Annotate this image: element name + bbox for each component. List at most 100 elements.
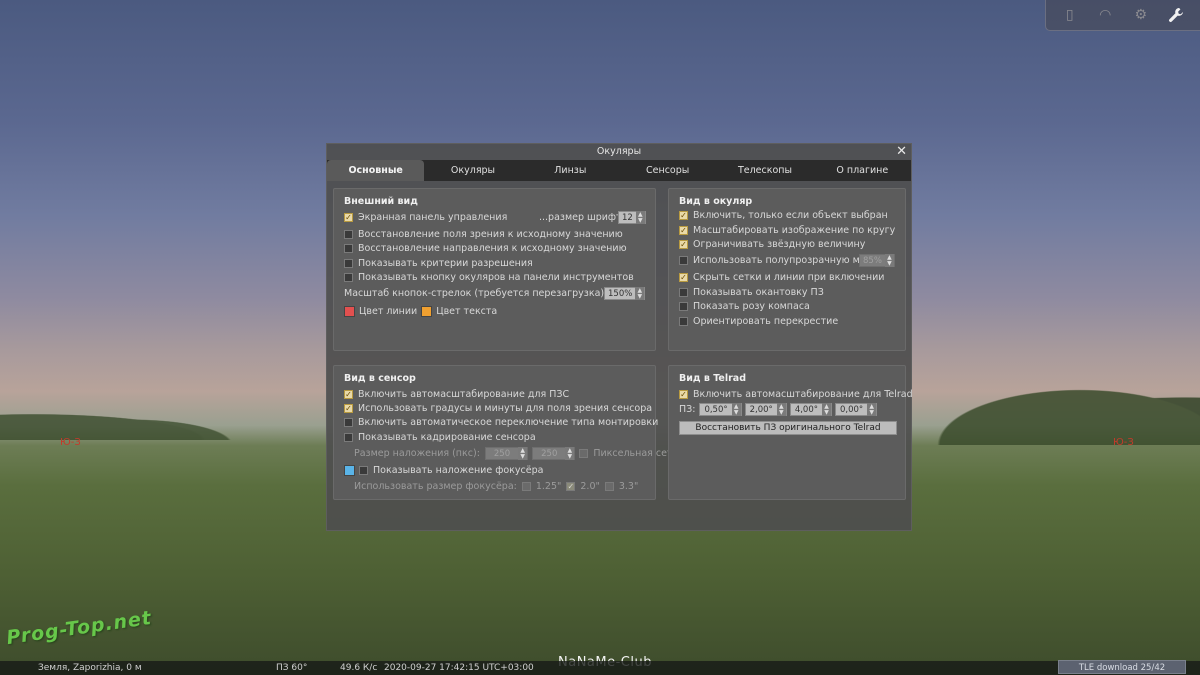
- focuser-color-swatch[interactable]: [344, 465, 355, 476]
- spinner-arrows-icon[interactable]: ▲ ▼: [565, 447, 575, 460]
- horizon-trees-right: [900, 375, 1200, 445]
- cardinal-label-right: Ю-З: [1113, 437, 1134, 448]
- text-color-swatch[interactable]: [421, 306, 433, 317]
- checkbox[interactable]: [679, 317, 688, 326]
- option-row[interactable]: ✓ Масштабировать изображение по кругу: [679, 224, 895, 237]
- option-row[interactable]: Показать розу компаса: [679, 300, 810, 313]
- tab-general[interactable]: Основные: [327, 160, 425, 181]
- color-row: Цвет линии Цвет текста: [344, 305, 497, 318]
- checkbox[interactable]: [679, 288, 688, 297]
- option-label: Включить, только если объект выбран: [693, 210, 888, 221]
- panel-heading: Вид в окуляр: [679, 196, 753, 207]
- option-label: Масштабировать изображение по кругу: [693, 225, 896, 236]
- checkbox[interactable]: [521, 482, 531, 491]
- tab-eyepieces[interactable]: Окуляры: [424, 160, 521, 181]
- arrow-scale-spinner[interactable]: 150% ▲ ▼: [604, 287, 646, 300]
- checkbox[interactable]: [344, 259, 353, 268]
- option-label: Показать розу компаса: [693, 301, 810, 312]
- overlay-height-spinner[interactable]: 250 ▲ ▼: [532, 447, 576, 460]
- checkbox[interactable]: [359, 466, 368, 475]
- option-row[interactable]: Восстановление направления к исходному з…: [344, 242, 627, 255]
- fps-text: 49.6 К/с: [340, 663, 378, 673]
- mask-opacity-value: 85%: [863, 255, 882, 266]
- checkbox[interactable]: ✓: [679, 240, 688, 249]
- telrad-fov-spinner-4[interactable]: 0,00° ▲ ▼: [835, 403, 878, 416]
- close-icon[interactable]: ✕: [896, 144, 907, 159]
- option-label: Включить автомасштабирование для Telrad: [693, 389, 913, 400]
- option-label: Ориентировать перекрестие: [693, 316, 839, 327]
- tab-telescopes[interactable]: Телескопы: [716, 160, 813, 181]
- gear-icon[interactable]: ⚙: [1130, 4, 1152, 26]
- checkbox[interactable]: [679, 302, 688, 311]
- checkbox[interactable]: ✓: [679, 211, 688, 220]
- checkbox[interactable]: ✓: [344, 390, 353, 399]
- spinner-arrows-icon[interactable]: ▲ ▼: [635, 287, 645, 300]
- spinner-arrows-icon[interactable]: ▲ ▼: [867, 403, 877, 416]
- option-row[interactable]: ✓ Включить, только если объект выбран: [679, 209, 888, 222]
- wrench-icon[interactable]: [1165, 4, 1187, 26]
- top-toolbar: ▯ ◠ ⚙: [1045, 0, 1200, 31]
- checkbox[interactable]: [579, 449, 589, 458]
- window-icon[interactable]: ▯: [1059, 4, 1081, 26]
- focuser-overlay-row[interactable]: Показывать наложение фокусёра: [344, 464, 543, 477]
- checkbox[interactable]: [344, 244, 353, 253]
- tab-sensors[interactable]: Сенсоры: [619, 160, 716, 181]
- telrad-fov-spinner-1[interactable]: 0,50° ▲ ▼: [699, 403, 742, 416]
- reset-telrad-button[interactable]: Восстановить ПЗ оригинального Telrad: [679, 421, 897, 435]
- option-label: Включить автомасштабирование для ПЗС: [358, 389, 570, 400]
- circle-icon[interactable]: ◠: [1094, 4, 1116, 26]
- overlay-width-spinner[interactable]: 250 ▲ ▼: [484, 447, 529, 460]
- telrad-fov-spinner-2[interactable]: 2,00° ▲ ▼: [744, 403, 787, 416]
- arrow-scale-value: 150%: [608, 288, 633, 299]
- option-row[interactable]: Использовать полупрозрачную маску 85% ▲ ▼: [679, 254, 899, 267]
- checkbox[interactable]: [604, 482, 614, 491]
- option-label: Использовать полупрозрачную маску: [693, 255, 883, 266]
- checkbox[interactable]: ✓: [679, 273, 688, 282]
- overlay-width-value: 250: [493, 448, 511, 459]
- option-row[interactable]: ✓ Включить автомасштабирование для ПЗС: [344, 388, 569, 401]
- watermark-left: Prog-Top.net: [5, 606, 154, 650]
- option-row[interactable]: Показывать критерии разрешения: [344, 257, 533, 270]
- option-row[interactable]: Включить автоматическое переключение тип…: [344, 416, 658, 429]
- line-color-swatch[interactable]: [344, 306, 355, 317]
- checkbox[interactable]: ✓: [679, 226, 688, 235]
- cardinal-label-left: Ю-З: [60, 437, 81, 448]
- option-row[interactable]: ✓ Включить автомасштабирование для Telrad: [679, 388, 913, 401]
- option-row[interactable]: Показывать окантовку ПЗ: [679, 286, 824, 299]
- checkbox[interactable]: ✓: [344, 404, 353, 413]
- checkbox[interactable]: [344, 230, 353, 239]
- tab-lenses[interactable]: Линзы: [522, 160, 619, 181]
- line-color-label: Цвет линии: [359, 306, 418, 317]
- checkbox[interactable]: ✓: [566, 482, 576, 491]
- option-row[interactable]: Восстановление поля зрения к исходному з…: [344, 228, 623, 241]
- option-label: Показывать кнопку окуляров на панели инс…: [358, 272, 634, 283]
- spinner-arrows-icon[interactable]: ▲ ▼: [822, 403, 831, 416]
- spinner-arrows-icon[interactable]: ▲ ▼: [776, 403, 786, 416]
- spinner-arrows-icon[interactable]: ▲ ▼: [731, 403, 741, 416]
- option-label: Восстановление направления к исходному з…: [358, 243, 627, 254]
- option-row[interactable]: Показывать кадрирование сенсора: [344, 431, 536, 444]
- checkbox[interactable]: [344, 273, 353, 282]
- option-row[interactable]: ✓ Ограничивать звёздную величину: [679, 238, 865, 251]
- checkbox[interactable]: [344, 433, 353, 442]
- option-row[interactable]: ✓ Использовать градусы и минуты для поля …: [344, 402, 652, 415]
- option-label: Ограничивать звёздную величину: [693, 239, 866, 250]
- option-row[interactable]: Показывать кнопку окуляров на панели инс…: [344, 271, 634, 284]
- tab-about[interactable]: О плагине: [814, 160, 911, 181]
- option-row[interactable]: Ориентировать перекрестие: [679, 315, 838, 328]
- option-row[interactable]: ✓ Скрыть сетки и линии при включении: [679, 271, 884, 284]
- fov-value: 2,00°: [749, 404, 773, 415]
- font-size-spinner[interactable]: 12 ▲ ▼: [618, 211, 646, 224]
- dialog-title: Окуляры ✕: [327, 144, 911, 160]
- checkbox[interactable]: [344, 418, 353, 427]
- checkbox[interactable]: ✓: [344, 213, 353, 222]
- spinner-arrows-icon[interactable]: ▲ ▼: [884, 254, 894, 267]
- checkbox[interactable]: [679, 256, 688, 265]
- telrad-fov-spinner-3[interactable]: 4,00° ▲ ▼: [789, 403, 832, 416]
- spinner-arrows-icon[interactable]: ▲ ▼: [635, 211, 645, 224]
- dialog-title-text: Окуляры: [596, 146, 642, 157]
- checkbox[interactable]: ✓: [679, 390, 688, 399]
- mask-opacity-spinner[interactable]: 85% ▲ ▼: [859, 254, 895, 267]
- option-row[interactable]: ✓ Экранная панель управления ...размер ш…: [344, 211, 649, 224]
- spinner-arrows-icon[interactable]: ▲ ▼: [518, 447, 528, 460]
